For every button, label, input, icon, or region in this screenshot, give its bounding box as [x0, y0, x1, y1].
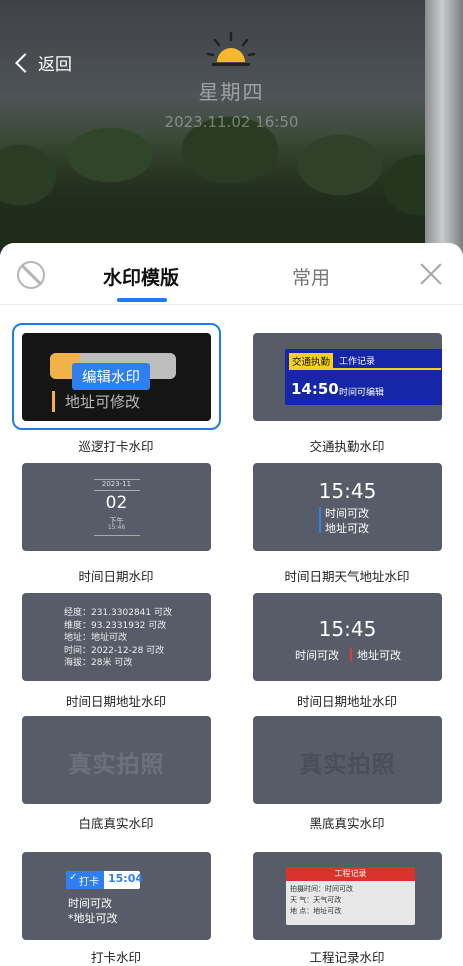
back-button[interactable]: 返回 — [12, 50, 72, 75]
preview-text: 真实拍照 — [68, 752, 165, 778]
template-label: 交通执勤水印 — [309, 439, 385, 454]
template-label: 巡逻打卡水印 — [78, 439, 154, 454]
clockin-badge: ✓ 打卡 15:04 — [66, 871, 143, 889]
template-card-clock-in[interactable]: ✓ 打卡 15:04 时间可改 *地址可改 — [22, 852, 211, 940]
back-label: 返回 — [38, 55, 72, 75]
weekday-text: 星期四 — [198, 80, 265, 104]
traffic-note: 时间可编辑 — [339, 388, 385, 398]
sunny-weather-icon — [206, 31, 256, 66]
traffic-tag: 交通执勤 — [289, 353, 334, 369]
template-label: 打卡水印 — [90, 950, 141, 965]
preview-time: 15:46 — [107, 524, 126, 531]
photo-preview: 返回 星期四 2023.11.02 16:50 — [0, 0, 463, 255]
preview-left: 时间可改 — [295, 649, 339, 662]
template-card-time-weather-address[interactable]: 15:45 时间可改 地址可改 — [253, 463, 442, 551]
template-card-traffic[interactable]: 交通执勤 工作记录 14:50 时间可编辑 — [253, 333, 442, 421]
template-label: 时间日期天气地址水印 — [284, 569, 410, 584]
template-card-black-real[interactable]: 真实拍照 — [253, 716, 442, 804]
template-label: 黑底真实水印 — [309, 816, 385, 831]
template-label: 时间日期水印 — [78, 569, 154, 584]
close-icon[interactable] — [420, 263, 442, 285]
template-card-time-date[interactable]: 2023-11 02 下午 15:46 — [22, 463, 211, 551]
preview-line1: 时间可改 — [68, 897, 112, 910]
datetime-text: 2023.11.02 16:50 — [164, 113, 299, 131]
template-card-white-real[interactable]: 真实拍照 — [22, 716, 211, 804]
tab-bar: 水印模版 常用 — [0, 243, 463, 305]
template-card-patrol[interactable]: 地址可修改 编辑水印 — [22, 333, 211, 421]
tree-background — [0, 85, 463, 255]
preview-month: 2023-11 — [101, 480, 132, 488]
traffic-preview: 交通执勤 工作记录 14:50 时间可编辑 — [285, 349, 442, 405]
preview-address: 地址可修改 — [52, 391, 140, 412]
template-card-time-date-address-2[interactable]: 15:45 时间可改 地址可改 — [253, 593, 442, 681]
check-icon: ✓ — [69, 872, 78, 883]
preview-time: 15:45 — [318, 617, 377, 641]
preview-text: 真实拍照 — [299, 752, 396, 778]
preview-day: 02 — [105, 493, 128, 513]
preview-line2: *地址可改 — [68, 912, 118, 925]
preview-right: 地址可改 — [357, 649, 401, 662]
tab-watermark-templates[interactable]: 水印模版 — [103, 263, 179, 290]
template-label: 工程记录水印 — [309, 950, 385, 965]
engineering-preview: 工程记录 拍摄时间：时间可改 天 气：天气可改 地 点：地址可改 — [286, 867, 415, 925]
template-label: 白底真实水印 — [78, 816, 154, 831]
preview-line2: 地址可改 — [325, 522, 369, 535]
traffic-record: 工作记录 — [339, 357, 376, 367]
traffic-time: 14:50 — [291, 380, 339, 398]
preview-rows: 经度：231.3302841 可改 维度：93.2331932 可改 地址：地址… — [64, 608, 172, 668]
template-label: 时间日期地址水印 — [65, 694, 166, 709]
preview-line1: 时间可改 — [325, 507, 369, 520]
template-label: 时间日期地址水印 — [296, 694, 397, 709]
template-card-time-date-address[interactable]: 经度：231.3302841 可改 维度：93.2331932 可改 地址：地址… — [22, 593, 211, 681]
active-tab-indicator — [117, 298, 167, 302]
chevron-left-icon — [15, 52, 35, 73]
tab-common[interactable]: 常用 — [292, 263, 330, 290]
no-watermark-icon[interactable] — [17, 261, 45, 289]
preview-time: 15:45 — [318, 479, 377, 503]
edit-watermark-button[interactable]: 编辑水印 — [72, 363, 150, 390]
template-card-engineering[interactable]: 工程记录 拍摄时间：时间可改 天 气：天气可改 地 点：地址可改 — [253, 852, 442, 940]
